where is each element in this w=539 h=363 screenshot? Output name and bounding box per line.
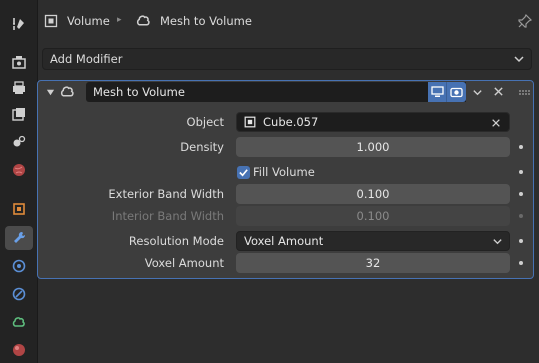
data-icon[interactable] — [5, 310, 33, 334]
show-in-viewport-toggle[interactable] — [428, 82, 447, 102]
resolution-mode-keyframe-dot[interactable] — [519, 239, 523, 243]
modifier-name-text: Mesh to Volume — [93, 85, 185, 99]
checkmark-icon — [239, 169, 248, 177]
voxel-amount-value: 32 — [365, 256, 381, 270]
interior-band-width-value: 0.100 — [356, 209, 390, 223]
breadcrumb-modifier: Mesh to Volume — [160, 14, 252, 28]
add-modifier-dropdown[interactable]: Add Modifier — [42, 48, 532, 70]
add-modifier-label: Add Modifier — [50, 52, 123, 66]
exterior-band-width-field[interactable]: 0.100 — [236, 184, 510, 204]
object-picker-field[interactable]: Cube.057 — [236, 112, 510, 132]
density-label: Density — [180, 140, 224, 154]
voxel-amount-label: Voxel Amount — [144, 256, 224, 270]
world-icon[interactable] — [5, 158, 33, 182]
collapse-triangle-icon[interactable] — [46, 86, 55, 100]
resolution-mode-dropdown[interactable]: Voxel Amount — [236, 231, 510, 251]
chevron-down-icon — [513, 53, 525, 68]
interior-band-width-keyframe-dot — [519, 214, 523, 218]
properties-header: Volume ▸ Mesh to Volume — [37, 0, 539, 42]
modifier-wrench-icon[interactable] — [5, 226, 33, 250]
output-icon[interactable] — [5, 76, 33, 100]
modifier-extras-chevron-icon[interactable] — [472, 87, 483, 101]
fill-volume-checkbox[interactable] — [237, 166, 250, 179]
density-field[interactable]: 1.000 — [236, 137, 510, 157]
modifier-name-input[interactable]: Mesh to Volume — [86, 82, 466, 102]
object-icon[interactable] — [5, 197, 33, 221]
voxel-amount-field[interactable]: 32 — [236, 253, 510, 273]
exterior-band-width-label: Exterior Band Width — [108, 187, 224, 201]
volume-object-icon — [43, 13, 59, 29]
breadcrumb-separator-icon: ▸ — [117, 15, 122, 25]
camera-icon — [450, 87, 463, 98]
remove-modifier-close-icon[interactable] — [493, 86, 504, 100]
object-label: Object — [186, 115, 224, 129]
interior-band-width-field: 0.100 — [236, 206, 510, 226]
fill-volume-keyframe-dot[interactable] — [519, 170, 523, 174]
render-icon[interactable] — [5, 50, 33, 74]
volume-data-icon — [135, 12, 152, 29]
exterior-band-width-value: 0.100 — [356, 187, 390, 201]
resolution-mode-label: Resolution Mode — [128, 234, 224, 248]
scene-icon[interactable] — [5, 130, 33, 154]
interior-band-width-label: Interior Band Width — [111, 209, 224, 223]
density-keyframe-dot[interactable] — [519, 145, 523, 149]
object-value: Cube.057 — [263, 115, 319, 129]
resolution-mode-value: Voxel Amount — [244, 234, 324, 248]
modifier-type-icon — [59, 83, 76, 103]
properties-tab-bar — [0, 0, 38, 363]
modifier-header: Mesh to Volume — [38, 81, 533, 103]
voxel-amount-keyframe-dot[interactable] — [519, 261, 523, 265]
mesh-to-volume-modifier-panel: Mesh to Volume Object Cube.057 Density 1… — [37, 80, 534, 279]
monitor-icon — [430, 86, 444, 97]
tool-icon[interactable] — [5, 12, 33, 36]
show-in-render-toggle[interactable] — [447, 82, 466, 102]
clear-object-close-icon[interactable] — [491, 117, 501, 131]
object-icon — [243, 115, 257, 129]
chevron-down-icon — [492, 236, 503, 250]
exterior-band-width-keyframe-dot[interactable] — [519, 192, 523, 196]
physics-icon[interactable] — [5, 282, 33, 306]
material-icon[interactable] — [5, 338, 33, 362]
fill-volume-label: Fill Volume — [253, 165, 315, 179]
pin-icon[interactable] — [517, 13, 533, 29]
density-value: 1.000 — [356, 140, 390, 154]
view-layer-icon[interactable] — [5, 102, 33, 126]
breadcrumb-object: Volume — [67, 14, 110, 28]
drag-handle-icon[interactable] — [519, 87, 531, 101]
particles-icon[interactable] — [5, 254, 33, 278]
